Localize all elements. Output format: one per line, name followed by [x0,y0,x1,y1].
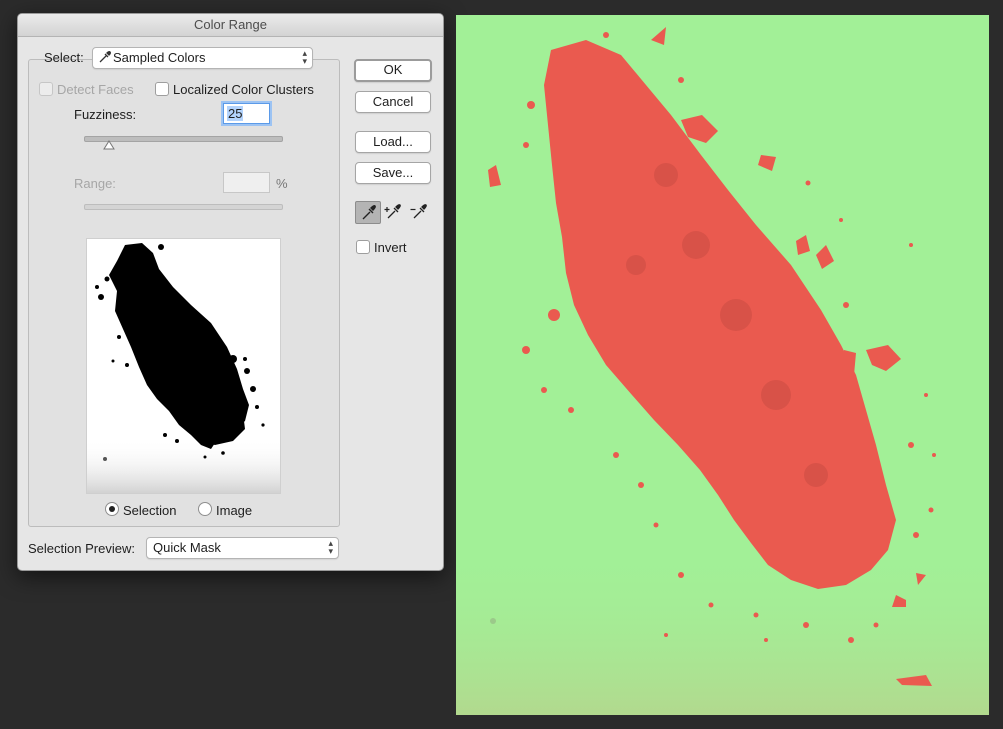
ok-button[interactable]: OK [354,59,432,82]
detect-faces-checkbox[interactable] [39,82,53,96]
quick-mask-image [456,15,989,715]
selection-preview-popup[interactable]: Quick Mask ▴ ▾ [146,537,339,559]
fuzziness-slider-thumb[interactable] [102,140,115,150]
localized-clusters-checkbox[interactable] [155,82,169,96]
invert-checkbox[interactable] [356,240,370,254]
selection-preview-thumbnail [86,238,281,494]
selection-preview-value: Quick Mask [153,540,221,555]
subtract-from-sample-tool[interactable] [407,201,431,222]
range-input[interactable] [223,172,270,193]
range-slider [84,204,283,210]
select-popup-value: Sampled Colors [113,50,206,65]
updown-arrows-icon: ▴ ▾ [302,48,307,66]
color-range-dialog: Color Range Select: Sampled Colors ▴ ▾ De… [17,13,444,571]
dialog-title: Color Range [18,14,443,37]
range-label: Range: [74,176,116,191]
load-button[interactable]: Load... [355,131,431,153]
add-to-sample-tool[interactable] [381,201,405,222]
fuzziness-value: 25 [227,106,244,121]
save-button[interactable]: Save... [355,162,431,184]
detect-faces-label: Detect Faces [57,82,134,97]
mask-preview-image [87,243,280,493]
select-label: Select: [44,50,84,65]
image-radio[interactable] [198,502,212,516]
range-percent: % [276,176,288,191]
image-radio-label: Image [216,503,253,518]
eyedropper-icon [99,51,111,63]
select-popup[interactable]: Sampled Colors ▴ ▾ [92,47,313,69]
invert-label: Invert [374,240,407,255]
fuzziness-label: Fuzziness: [74,107,137,122]
eyedropper-icon [362,205,376,220]
cancel-button[interactable]: Cancel [355,91,431,113]
eyedropper-minus-icon [410,204,427,219]
localized-clusters-label: Localized Color Clusters [173,82,314,97]
selection-radio[interactable] [105,502,119,516]
selection-radio-label: Selection [123,503,177,518]
eyedropper-tool[interactable] [355,201,381,224]
updown-arrows-icon: ▴ ▾ [328,538,333,556]
eyedropper-plus-icon [384,204,401,219]
fuzziness-input[interactable]: 25 [223,103,270,124]
selection-preview-label: Selection Preview: [28,541,135,556]
document-canvas[interactable] [456,15,989,715]
